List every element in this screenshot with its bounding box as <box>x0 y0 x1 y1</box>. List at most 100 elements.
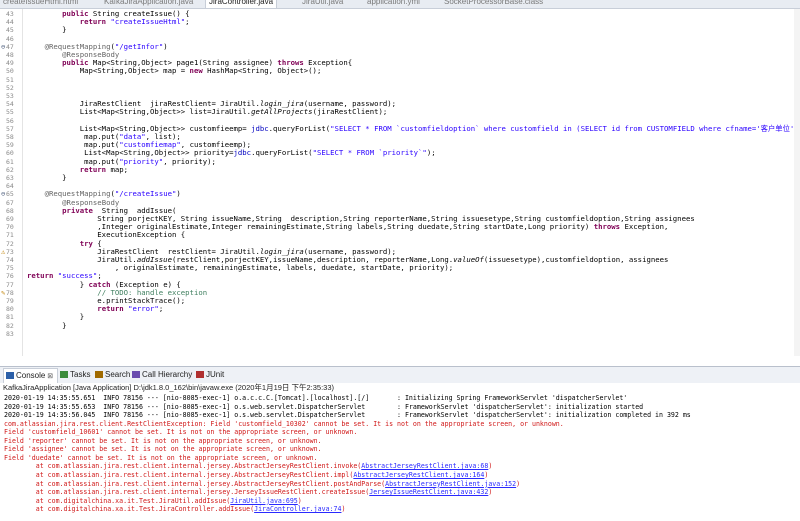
view-tab-junit[interactable]: JUnit <box>196 369 224 381</box>
stack-frame-text: at com.atlassian.jira.rest.client.intern… <box>4 462 362 471</box>
stack-frame-text: at com.digitalchina.xa.it.Test.JiraUtil.… <box>4 496 231 505</box>
console-line: Field 'assignee' cannot be set. It is no… <box>4 445 322 454</box>
code-line: 50 Map<String,Object> map = new HashMap<… <box>0 66 800 76</box>
line-number: 76 <box>6 272 14 281</box>
line-number: 56 <box>6 116 14 125</box>
overview-ruler[interactable] <box>794 9 800 356</box>
stack-frame-suffix: ) <box>484 470 489 479</box>
line-number: 73 <box>6 247 14 256</box>
line-number: 58 <box>6 133 14 141</box>
stack-frame-suffix: ) <box>341 505 346 514</box>
code-line: 55 List<Map<String,Object>> list=JiraUti… <box>0 107 800 117</box>
line-number: 46 <box>6 34 14 43</box>
line-number: 77 <box>6 280 14 289</box>
code-line: 81 } <box>0 313 800 322</box>
view-tab-icon <box>132 371 140 378</box>
line-number: 50 <box>6 67 14 76</box>
line-number: 47 <box>6 42 14 51</box>
console-output[interactable]: 2020-01-19 14:35:55.651 INFO 78156 --- [… <box>0 393 800 521</box>
warning-marker-icon[interactable]: ✎ <box>1 289 5 297</box>
code-line: 63 } <box>0 173 800 183</box>
line-number: 72 <box>6 239 14 248</box>
line-number: 55 <box>6 108 14 117</box>
stack-trace-line: at com.atlassian.jira.rest.client.intern… <box>4 480 520 488</box>
line-number: 64 <box>6 182 14 191</box>
console-process-label: KafkaJiraApplication [Java Application] … <box>0 383 800 392</box>
line-number: 81 <box>6 313 14 322</box>
view-tab-label: Tasks <box>70 370 91 379</box>
code-line: 62 return map; <box>0 165 800 174</box>
code-line: 51 <box>0 76 800 84</box>
editor-tab-3[interactable]: JiraUtil.java <box>302 0 343 8</box>
source-link[interactable]: AbstractJerseyRestClient.java:68 <box>361 462 488 470</box>
source-link[interactable]: JerseyIssueRestClient.java:432 <box>369 488 488 496</box>
line-number: 54 <box>6 100 14 109</box>
editor-tab-1[interactable]: KafkaJiraApplication.java <box>104 0 193 8</box>
line-number: 63 <box>6 174 14 182</box>
console-line: Field 'customfield_10601' cannot be set.… <box>4 428 358 437</box>
stack-frame-text: at com.atlassian.jira.rest.client.intern… <box>4 488 370 497</box>
code-text: Map<String,Object> map = new HashMap<Str… <box>27 66 322 76</box>
console-line: 2020-01-19 14:35:55.653 INFO 78156 --- [… <box>4 402 644 411</box>
line-number: 44 <box>6 18 14 27</box>
bottom-view-tabs: Console ⊠ Tasks Search Call Hierarchy JUnit <box>0 366 800 384</box>
line-number: 75 <box>6 264 14 273</box>
code-line: 45 } <box>0 26 800 35</box>
stack-frame-suffix: ) <box>488 488 493 497</box>
code-line: 44 return "createIssueHtml"; <box>0 18 800 27</box>
stack-frame-text: at com.digitalchina.xa.it.Test.JiraContr… <box>4 505 255 514</box>
source-link[interactable]: JiraUtil.java:695 <box>230 497 298 505</box>
view-tab-search[interactable]: Search <box>95 369 130 381</box>
editor-tab-strip: createIssueHtml.html KafkaJiraApplication… <box>0 0 800 9</box>
code-text: List<Map<String,Object>> list=JiraUtil.g… <box>27 107 388 117</box>
code-line: 47 ⊖ @RequestMapping("/getInfor") <box>0 42 800 51</box>
close-icon[interactable]: ⊠ <box>45 373 53 380</box>
line-number: 70 <box>6 223 14 232</box>
code-line: 83 <box>0 330 800 338</box>
code-text: } <box>27 320 67 330</box>
code-line: 65 ⊖ @RequestMapping("/createIssue") <box>0 190 800 199</box>
stack-frame-suffix: ) <box>297 496 302 505</box>
warning-marker-icon[interactable]: ⚠ <box>1 248 5 256</box>
console-line: Field 'reporter' cannot be set. It is no… <box>4 436 322 445</box>
source-link[interactable]: AbstractJerseyRestClient.java:152 <box>385 480 516 488</box>
editor-tab-2[interactable]: JiraController.java <box>205 0 278 8</box>
line-number: 53 <box>6 92 14 100</box>
editor-tab-4[interactable]: application.yml <box>367 0 420 8</box>
line-number: 65 <box>6 190 14 199</box>
code-line: 71 ExecutionException { <box>0 231 800 240</box>
source-link[interactable]: AbstractJerseyRestClient.java:164 <box>353 471 484 479</box>
view-tab-call-hierarchy[interactable]: Call Hierarchy <box>132 369 192 381</box>
line-number: 83 <box>6 329 14 338</box>
code-text: } <box>27 173 67 182</box>
stack-frame-text: at com.atlassian.jira.rest.client.intern… <box>4 479 386 488</box>
line-number: 60 <box>6 149 14 158</box>
line-number: 79 <box>6 297 14 305</box>
line-number: 78 <box>6 288 14 297</box>
view-tab-icon <box>60 371 68 378</box>
fold-toggle-icon[interactable]: ⊖ <box>1 190 5 198</box>
line-number: 59 <box>6 141 14 150</box>
view-tab-icon <box>95 371 103 378</box>
line-number: 57 <box>6 124 14 133</box>
code-line: 82 } <box>0 320 800 330</box>
editor-tab-5[interactable]: SocketProcessorBase.class <box>444 0 543 8</box>
line-number: 71 <box>6 231 14 240</box>
stack-trace-line: at com.atlassian.jira.rest.client.intern… <box>4 470 489 479</box>
source-link[interactable]: JiraController.java:74 <box>254 505 341 513</box>
editor-tab-0[interactable]: createIssueHtml.html <box>3 0 78 8</box>
view-tab-icon <box>6 372 14 379</box>
line-number: 80 <box>6 305 14 314</box>
code-line: 75 , originalEstimate, remainingEstimate… <box>0 264 800 273</box>
line-number: 51 <box>6 75 14 84</box>
stack-frame-suffix: ) <box>488 462 493 471</box>
view-tab-console[interactable]: Console ⊠ <box>3 368 59 383</box>
stack-trace-line: at com.digitalchina.xa.it.Test.JiraUtil.… <box>4 497 302 505</box>
view-tab-tasks[interactable]: Tasks <box>60 369 90 381</box>
stack-trace-line: at com.digitalchina.xa.it.Test.JiraContr… <box>4 505 346 514</box>
code-editor[interactable]: 43 public String createIssue() {44 retur… <box>0 9 800 356</box>
line-number: 67 <box>6 198 14 207</box>
fold-toggle-icon[interactable]: ⊖ <box>1 43 5 51</box>
line-number: 43 <box>6 10 14 18</box>
line-number: 69 <box>6 215 14 223</box>
